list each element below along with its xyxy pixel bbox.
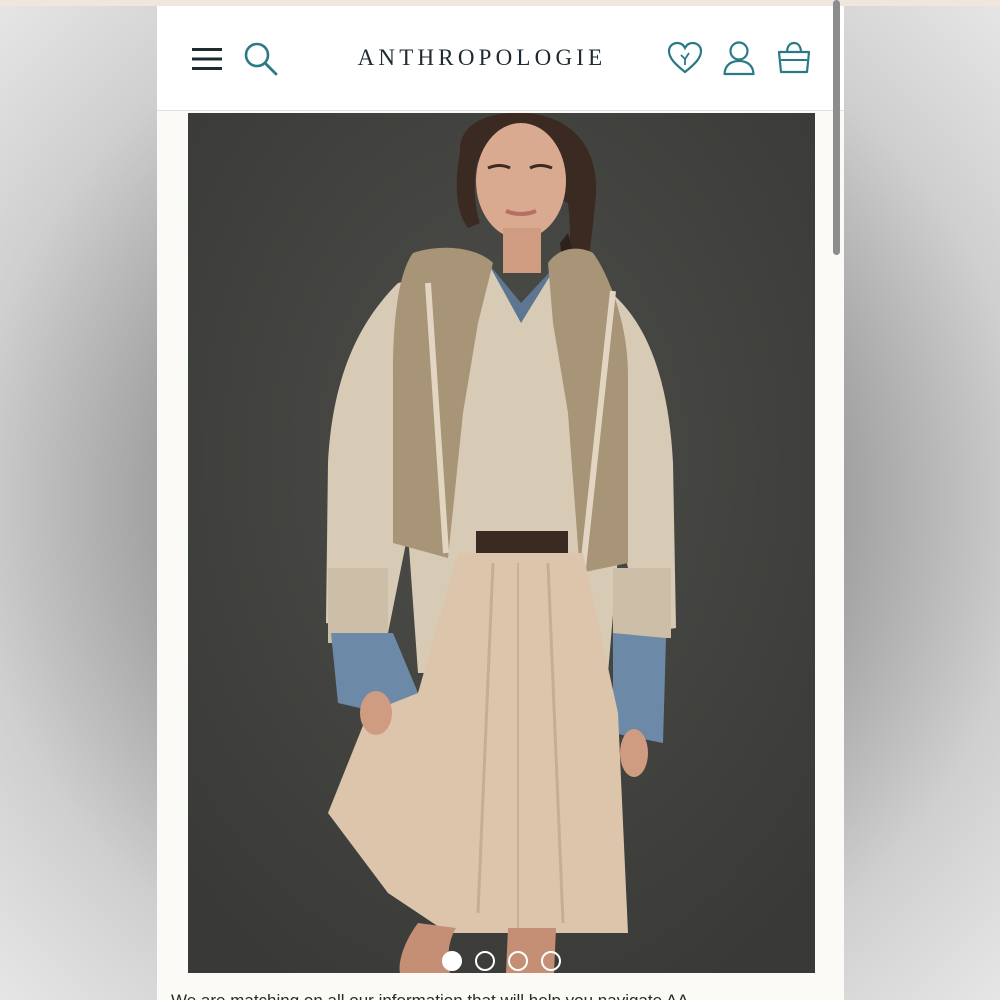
account-button[interactable] xyxy=(719,38,759,78)
cut-off-description-text: We are matching on all our information t… xyxy=(171,991,831,1000)
product-hero-image[interactable] xyxy=(188,113,815,973)
carousel-indicators xyxy=(188,951,815,973)
user-icon xyxy=(723,41,755,76)
search-button[interactable] xyxy=(241,39,281,79)
carousel-dot-2[interactable] xyxy=(475,951,495,971)
menu-button[interactable] xyxy=(187,39,227,79)
search-icon xyxy=(244,42,278,76)
site-logo[interactable]: ANTHROPOLOGIE xyxy=(337,42,627,74)
shopping-bag-icon xyxy=(777,41,811,74)
heart-icon xyxy=(667,41,703,74)
carousel-dot-1[interactable] xyxy=(442,951,462,971)
carousel-dot-3[interactable] xyxy=(508,951,528,971)
shopping-bag-button[interactable] xyxy=(774,38,814,78)
carousel-dot-4[interactable] xyxy=(541,951,561,971)
site-header: ANTHROPOLOGIE xyxy=(157,6,844,111)
scrollbar[interactable] xyxy=(833,0,840,255)
model-photo xyxy=(188,113,815,973)
mobile-page: ANTHROPOLOGIE xyxy=(157,6,844,1000)
hamburger-menu-icon xyxy=(192,48,222,70)
wishlist-button[interactable] xyxy=(665,38,705,78)
